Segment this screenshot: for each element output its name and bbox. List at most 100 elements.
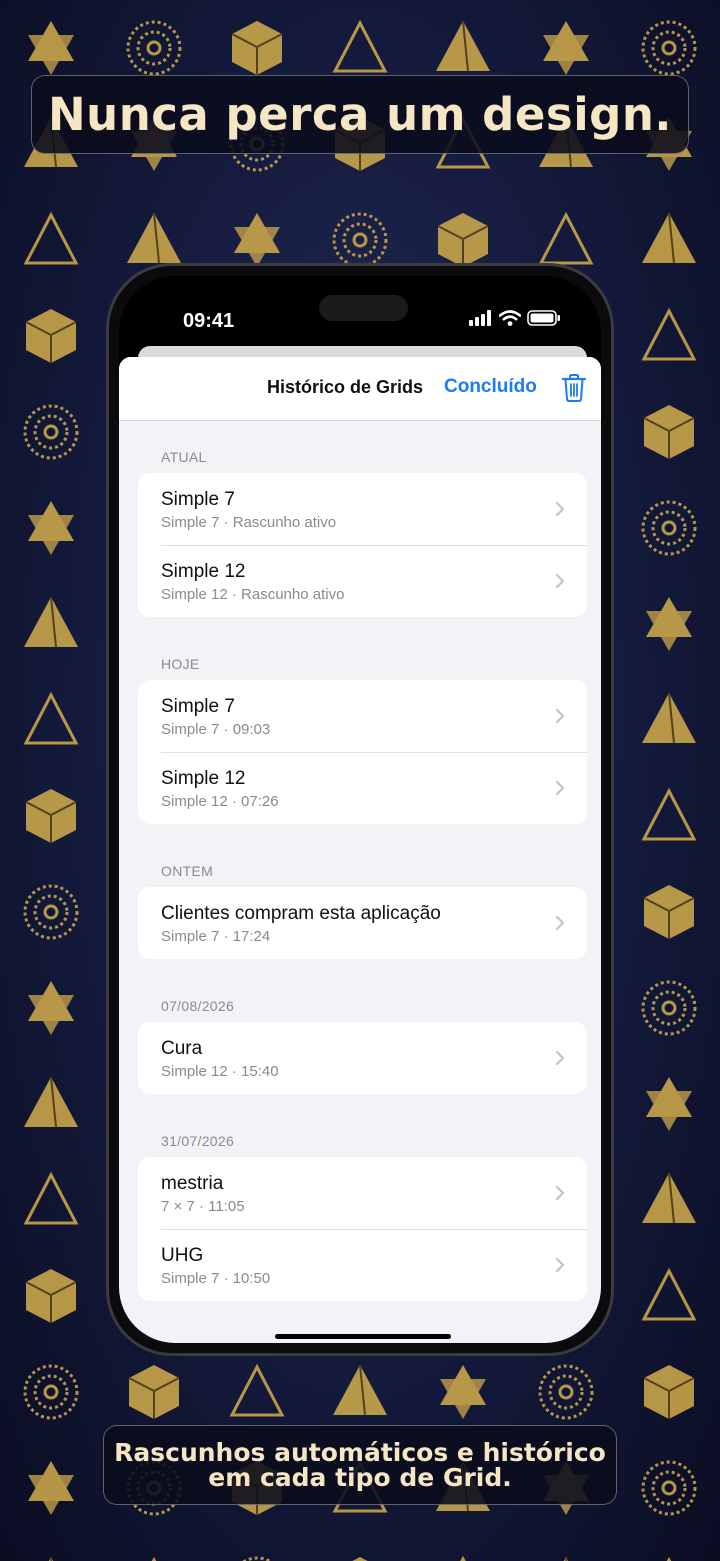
sacred-geometry-icon (543, 21, 589, 75)
history-row[interactable]: Simple 7 Simple 7 · 09:03 (138, 680, 587, 752)
geometry-pattern-tile (0, 672, 103, 768)
chevron-right-icon (555, 501, 565, 517)
sacred-geometry-icon (643, 405, 695, 459)
sacred-geometry-icon (25, 789, 77, 843)
history-row[interactable]: mestria 7 × 7 · 11:05 (138, 1157, 587, 1229)
sacred-geometry-icon (563, 1556, 569, 1561)
history-row[interactable]: UHG Simple 7 · 10:50 (138, 1229, 587, 1301)
sacred-geometry-icon (642, 212, 696, 264)
geometry-pattern-tile (618, 1536, 720, 1561)
history-group: Simple 7 Simple 7 · Rascunho ativo Simpl… (138, 473, 587, 617)
trash-icon[interactable] (561, 373, 587, 403)
sacred-geometry-icon (25, 309, 77, 363)
chevron-right-icon (555, 708, 565, 724)
row-title: Simple 7 (161, 489, 235, 510)
geometry-pattern-tile (0, 1152, 103, 1248)
geometry-pattern-tile (0, 768, 103, 864)
row-title: Simple 12 (161, 561, 246, 582)
sacred-geometry-icon (23, 884, 79, 940)
sacred-geometry-icon (332, 19, 388, 73)
geometry-pattern-tile (618, 960, 720, 1056)
sacred-geometry-icon (48, 1556, 54, 1561)
sacred-geometry-icon (642, 692, 696, 744)
geometry-pattern-tile (309, 1536, 412, 1561)
sacred-geometry-icon (333, 1364, 387, 1416)
chevron-right-icon (555, 1185, 565, 1201)
sacred-geometry-icon (231, 21, 283, 75)
history-row[interactable]: Clientes compram esta aplicação Simple 7… (138, 887, 587, 959)
geometry-pattern-tile (618, 1248, 720, 1344)
history-row[interactable]: Simple 7 Simple 7 · Rascunho ativo (138, 473, 587, 545)
caption-banner: Rascunhos automáticos e histórico em cad… (103, 1425, 617, 1505)
history-group: mestria 7 × 7 · 11:05 UHG Simple 7 · 10:… (138, 1157, 587, 1301)
sacred-geometry-icon (28, 1461, 74, 1515)
sacred-geometry-icon (28, 501, 74, 555)
section-header-hoje: HOJE (161, 656, 200, 672)
sacred-geometry-icon (28, 21, 74, 75)
row-subtitle: Simple 12 · 07:26 (161, 793, 279, 810)
sacred-geometry-icon (641, 1267, 697, 1321)
sacred-geometry-icon (126, 20, 182, 76)
phone-frame: 09:41 Histórico de Grids Concluído ATUAL… (106, 263, 614, 1356)
phone-screen: 09:41 Histórico de Grids Concluído ATUAL… (119, 276, 601, 1343)
sacred-geometry-icon (646, 1077, 692, 1131)
section-header-ontem: ONTEM (161, 863, 214, 879)
sacred-geometry-icon (666, 1557, 672, 1561)
cellular-signal-icon (469, 310, 491, 326)
row-subtitle: Simple 7 · 09:03 (161, 721, 271, 738)
sacred-geometry-icon (538, 1364, 594, 1420)
sacred-geometry-icon (641, 500, 697, 556)
history-row[interactable]: Simple 12 Simple 12 · Rascunho ativo (138, 545, 587, 617)
row-title: Simple 12 (161, 768, 246, 789)
status-bar: 09:41 (119, 276, 601, 356)
headline-text: Nunca perca um design. (48, 88, 672, 141)
row-title: Cura (161, 1038, 203, 1059)
sacred-geometry-icon (436, 20, 490, 72)
geometry-pattern-tile (618, 1344, 720, 1440)
row-subtitle: Simple 7 · 17:24 (161, 928, 271, 945)
done-button[interactable]: Concluído (444, 376, 537, 398)
geometry-pattern-tile (618, 768, 720, 864)
navigation-bar: Histórico de Grids Concluído (119, 357, 601, 421)
geometry-pattern-tile (103, 1536, 206, 1561)
wifi-icon (499, 310, 521, 326)
sacred-geometry-icon (643, 1365, 695, 1419)
geometry-pattern-tile (0, 192, 103, 288)
grid-history-sheet: Histórico de Grids Concluído ATUAL Simpl… (119, 357, 601, 1343)
caption-line-1: Rascunhos automáticos e histórico (114, 1438, 606, 1467)
row-subtitle: Simple 12 · Rascunho ativo (161, 586, 345, 603)
history-row[interactable]: Cura Simple 12 · 15:40 (138, 1022, 587, 1094)
sacred-geometry-icon (151, 1557, 157, 1561)
sacred-geometry-icon (646, 597, 692, 651)
geometry-pattern-tile (0, 1056, 103, 1152)
row-subtitle: Simple 7 · 10:50 (161, 1270, 271, 1287)
sacred-geometry-icon (352, 1557, 368, 1561)
geometry-pattern-tile (0, 288, 103, 384)
home-indicator[interactable] (275, 1334, 451, 1339)
geometry-pattern-tile (618, 192, 720, 288)
section-header-date: 31/07/2026 (161, 1133, 235, 1149)
chevron-right-icon (555, 1257, 565, 1273)
geometry-pattern-tile (618, 1056, 720, 1152)
sacred-geometry-icon (24, 1076, 78, 1128)
row-title: Simple 7 (161, 696, 235, 717)
sacred-geometry-icon (641, 980, 697, 1036)
sacred-geometry-icon (460, 1555, 466, 1561)
sacred-geometry-icon (24, 596, 78, 648)
sacred-geometry-icon (641, 787, 697, 841)
sacred-geometry-icon (642, 1172, 696, 1224)
sacred-geometry-icon (28, 981, 74, 1035)
geometry-pattern-tile (412, 1536, 515, 1561)
geometry-pattern-tile (515, 1536, 618, 1561)
status-time: 09:41 (183, 310, 235, 332)
history-row[interactable]: Simple 12 Simple 12 · 07:26 (138, 752, 587, 824)
geometry-pattern-tile (618, 864, 720, 960)
row-title: mestria (161, 1173, 224, 1194)
sacred-geometry-icon (641, 307, 697, 361)
geometry-pattern-tile (206, 1536, 309, 1561)
row-subtitle: 7 × 7 · 11:05 (161, 1198, 245, 1215)
geometry-pattern-tile (0, 1536, 103, 1561)
geometry-pattern-tile (0, 1440, 103, 1536)
row-title: UHG (161, 1245, 204, 1266)
section-header-atual: ATUAL (161, 449, 207, 465)
